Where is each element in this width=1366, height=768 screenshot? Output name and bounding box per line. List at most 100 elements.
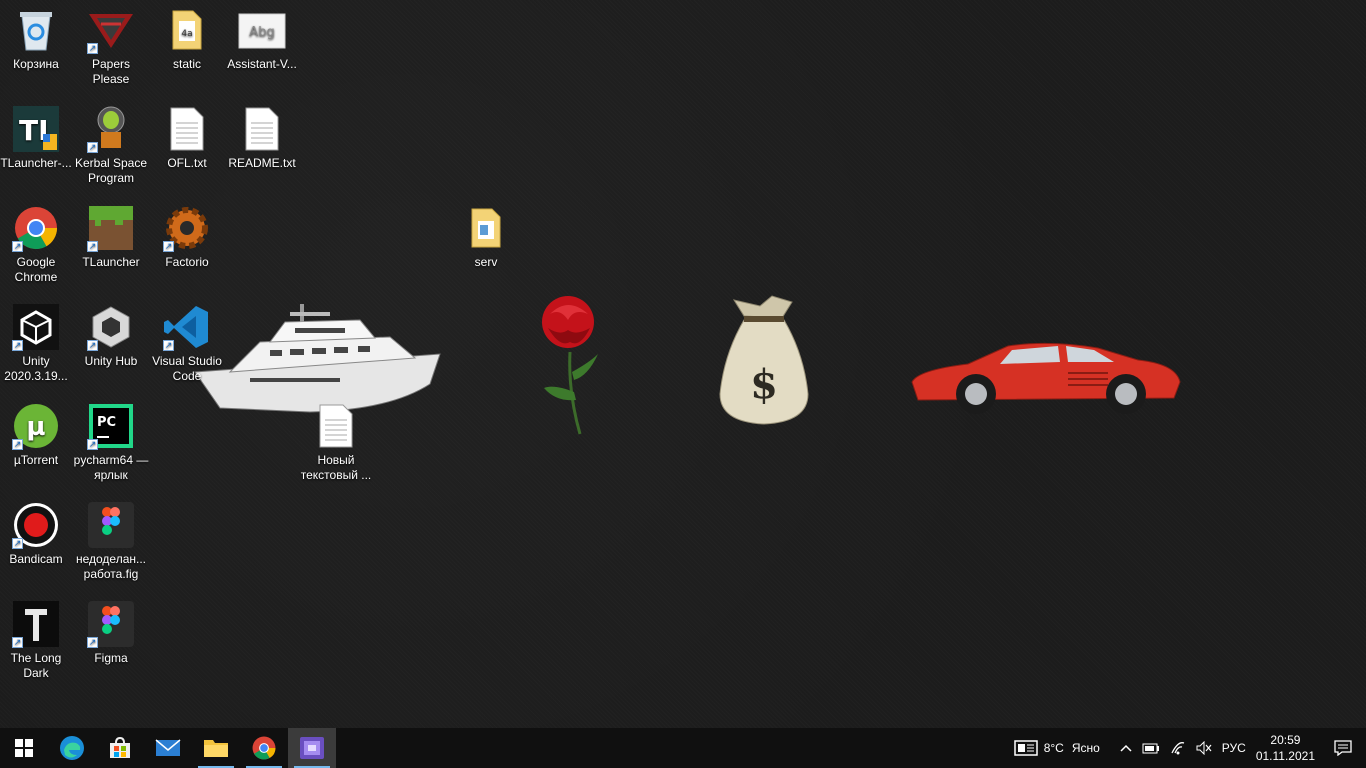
utorrent-icon: µ ↗ <box>12 402 60 450</box>
desktop-icon-recycle-bin[interactable]: Корзина <box>0 6 74 72</box>
kerbal-space-program-icon: ↗ <box>87 105 135 153</box>
icon-label: Visual Studio Code <box>152 354 222 383</box>
desktop-icon-serv[interactable]: serv <box>448 204 524 270</box>
icon-label: Factorio <box>165 255 209 269</box>
desktop: $ Корзина ↗ Papers Please 4a static Abg … <box>0 0 1366 728</box>
shortcut-arrow-icon: ↗ <box>12 241 23 252</box>
the-long-dark-icon: ↗ <box>12 600 60 648</box>
chrome-taskbar-button[interactable] <box>240 728 288 768</box>
start-button[interactable] <box>0 728 48 768</box>
folder-icon <box>462 204 510 252</box>
mail-icon <box>155 739 181 756</box>
shortcut-arrow-icon: ↗ <box>163 340 174 351</box>
yacht-image <box>194 304 441 413</box>
svg-text:4a: 4a <box>181 29 192 39</box>
desktop-icon-ofl[interactable]: OFL.txt <box>149 105 225 171</box>
wifi-icon[interactable] <box>1165 728 1191 768</box>
icon-label: README.txt <box>228 156 296 170</box>
edge-taskbar-button[interactable] <box>48 728 96 768</box>
desktop-icon-papers-please[interactable]: ↗ Papers Please <box>73 6 149 87</box>
battery-icon[interactable] <box>1137 728 1165 768</box>
shortcut-arrow-icon: ↗ <box>87 340 98 351</box>
papers-please-icon: ↗ <box>87 6 135 54</box>
system-tray: 8°C Ясно РУС 20:59 01.11.2021 <box>1009 728 1366 768</box>
desktop-icon-figma-file[interactable]: недоделан... работа.fig <box>73 501 149 582</box>
desktop-icon-kerbal[interactable]: ↗ Kerbal Space Program <box>73 105 149 186</box>
windows-logo-icon <box>15 739 33 757</box>
figma-icon: ↗ <box>87 600 135 648</box>
svg-text:$: $ <box>750 361 778 408</box>
language-indicator[interactable]: РУС <box>1217 728 1251 768</box>
tlauncher-installer-icon: TL <box>12 105 60 153</box>
edge-icon <box>60 736 84 760</box>
unity-icon: ↗ <box>12 303 60 351</box>
news-weather-icon <box>1013 740 1038 756</box>
icon-label: недоделан... работа.fig <box>75 552 147 581</box>
desktop-icon-vscode[interactable]: ↗ Visual Studio Code <box>149 303 225 384</box>
recycle-bin-icon <box>12 6 60 54</box>
desktop-icon-pycharm[interactable]: PC ↗ pycharm64 — ярлык <box>73 402 149 483</box>
folder-icon <box>204 740 228 757</box>
chrome-icon <box>252 736 276 760</box>
clock-date: 01.11.2021 <box>1255 749 1315 763</box>
desktop-icon-figma[interactable]: ↗ Figma <box>73 600 149 666</box>
icon-label: Figma <box>94 651 128 665</box>
shortcut-arrow-icon: ↗ <box>87 241 98 252</box>
icon-label: µTorrent <box>13 453 59 467</box>
folder-icon: 4a <box>163 6 211 54</box>
desktop-icon-factorio[interactable]: ↗ Factorio <box>149 204 225 270</box>
desktop-icon-unity-hub[interactable]: ↗ Unity Hub <box>73 303 149 369</box>
desktop-icon-assistant-font[interactable]: Abg Assistant-V... <box>224 6 300 72</box>
desktop-icon-readme[interactable]: README.txt <box>224 105 300 171</box>
notifications-button[interactable] <box>1320 728 1366 768</box>
chrome-icon: ↗ <box>12 204 60 252</box>
volume-muted-icon[interactable] <box>1191 728 1217 768</box>
figma-file-icon <box>87 501 135 549</box>
font-file-icon: Abg <box>238 6 286 54</box>
icon-label: OFL.txt <box>167 156 207 170</box>
desktop-icon-unity[interactable]: ↗ Unity 2020.3.19... <box>0 303 74 384</box>
text-file-icon <box>312 402 360 450</box>
icon-label: Papers Please <box>91 57 131 86</box>
icon-label: TLauncher <box>82 255 140 269</box>
svg-text:Abg: Abg <box>249 25 274 40</box>
desktop-icon-utorrent[interactable]: µ ↗ µTorrent <box>0 402 74 468</box>
desktop-icon-tlauncher-installer[interactable]: TL TLauncher-... <box>0 105 74 171</box>
icon-label: static <box>172 57 201 71</box>
svg-text:µ: µ <box>26 412 45 442</box>
tray-overflow-chevron-icon[interactable] <box>1115 728 1137 768</box>
shortcut-arrow-icon: ↗ <box>12 538 23 549</box>
store-taskbar-button[interactable] <box>96 728 144 768</box>
desktop-icon-google-chrome[interactable]: ↗ Google Chrome <box>0 204 74 285</box>
text-file-icon <box>238 105 286 153</box>
store-icon <box>110 736 130 758</box>
factorio-icon: ↗ <box>163 204 211 252</box>
bandicam-icon: ↗ <box>12 501 60 549</box>
shortcut-arrow-icon: ↗ <box>12 340 23 351</box>
weather-widget[interactable]: 8°C Ясно <box>1009 728 1115 768</box>
text-file-icon <box>163 105 211 153</box>
red-sports-car-image <box>911 342 1181 414</box>
clock-time: 20:59 <box>1270 733 1301 747</box>
icon-label: pycharm64 — ярлык <box>73 453 149 482</box>
explorer-taskbar-button[interactable] <box>192 728 240 768</box>
desktop-icon-the-long-dark[interactable]: ↗ The Long Dark <box>0 600 74 681</box>
icon-label: Kerbal Space Program <box>74 156 148 185</box>
rose-image <box>542 296 598 435</box>
desktop-icon-new-text-file[interactable]: Новый текстовый ... <box>298 402 374 483</box>
money-bag-image: $ <box>719 295 809 425</box>
desktop-icon-tlauncher[interactable]: ↗ TLauncher <box>73 204 149 270</box>
app-taskbar-button-active[interactable] <box>288 728 336 768</box>
desktop-icon-bandicam[interactable]: ↗ Bandicam <box>0 501 74 567</box>
icon-label: Корзина <box>13 57 59 71</box>
mail-taskbar-button[interactable] <box>144 728 192 768</box>
tlauncher-icon: ↗ <box>87 204 135 252</box>
icon-label: Unity Hub <box>84 354 138 368</box>
shortcut-arrow-icon: ↗ <box>87 439 98 450</box>
icon-label: The Long Dark <box>10 651 62 680</box>
icon-label: serv <box>474 255 498 269</box>
shortcut-arrow-icon: ↗ <box>163 241 174 252</box>
notification-icon <box>1334 740 1352 756</box>
clock[interactable]: 20:59 01.11.2021 <box>1251 728 1320 768</box>
desktop-icon-static[interactable]: 4a static <box>149 6 225 72</box>
